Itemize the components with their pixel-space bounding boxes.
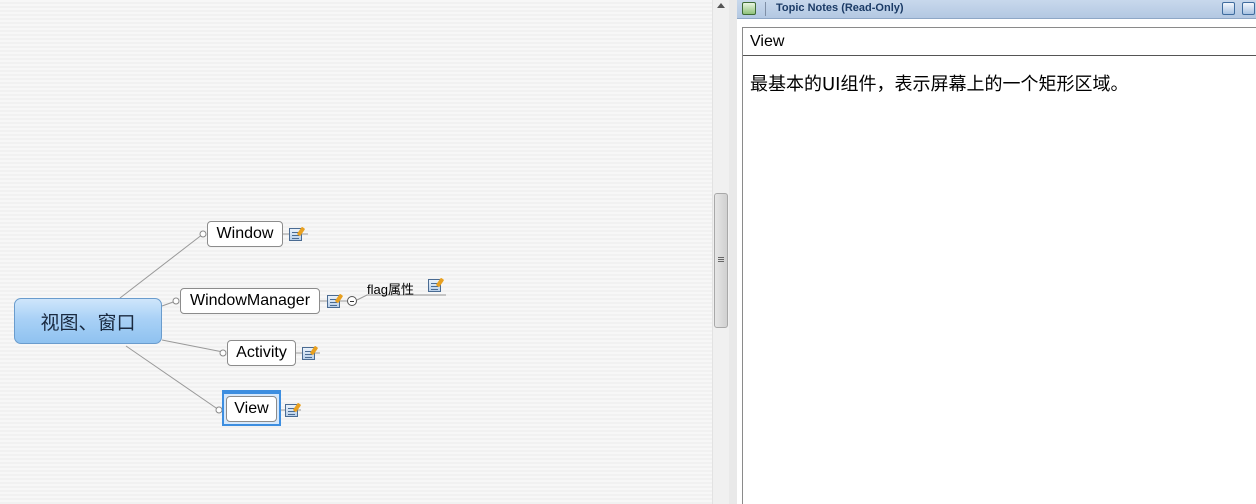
notes-divider [743,55,1256,56]
grip-icon [718,257,724,258]
topic-notes-panel: Topic Notes (Read-Only) View 最基本的UI组件，表示… [737,0,1256,504]
link-activity [161,339,224,353]
note-icon[interactable] [428,279,441,292]
panel-splitter[interactable] [729,0,737,504]
note-icon[interactable] [289,228,302,241]
header-separator [765,2,766,16]
panel-menu-icon[interactable] [1242,2,1255,15]
mind-map-canvas[interactable]: 视图、窗口 Window WindowManager flag属性 Activi… [0,0,712,504]
link-view [125,345,220,411]
note-icon[interactable] [285,404,298,417]
notes-edit-icon[interactable] [742,2,756,15]
topic-view[interactable]: View [226,396,277,422]
notes-header: Topic Notes (Read-Only) [737,0,1256,19]
vertical-scrollbar[interactable] [712,0,729,504]
subtopic-flag[interactable]: flag属性 [367,279,414,298]
export-notes-icon[interactable] [1222,2,1235,15]
central-topic[interactable]: 视图、窗口 [14,298,162,344]
topic-windowmanager[interactable]: WindowManager [180,288,320,314]
note-icon[interactable] [327,295,340,308]
notes-topic-name: View [750,33,785,50]
scroll-thumb[interactable] [714,193,728,328]
selection-highlight: View [222,390,281,426]
topic-window[interactable]: Window [207,221,283,247]
topic-connectors [119,230,446,414]
collapse-minus-icon[interactable] [347,296,357,306]
notes-panel-title: Topic Notes (Read-Only) [776,2,904,14]
notes-body[interactable]: View 最基本的UI组件，表示屏幕上的一个矩形区域。 [742,27,1256,504]
notes-content: 最基本的UI组件，表示屏幕上的一个矩形区域。 [750,74,1129,95]
scroll-up-arrow-icon[interactable] [717,3,725,8]
note-icon[interactable] [302,347,315,360]
topic-activity[interactable]: Activity [227,340,296,366]
